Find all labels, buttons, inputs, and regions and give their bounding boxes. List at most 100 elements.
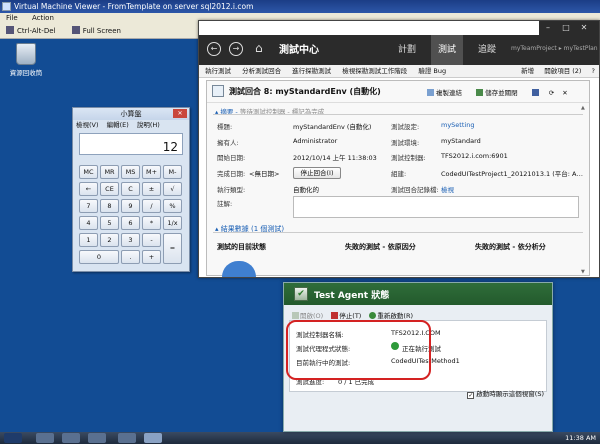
start-button[interactable] [4,433,22,443]
ctrl-alt-del-button[interactable]: Ctrl-Alt-Del [6,24,55,39]
full-screen-button[interactable]: Full Screen [71,24,121,39]
calc-key[interactable]: 1 [79,233,98,247]
taskbar-test-manager-icon[interactable] [144,433,162,443]
home-icon[interactable]: ⌂ [255,41,269,55]
comment-input[interactable] [293,196,579,218]
taskbar-calculator-icon[interactable] [118,433,136,443]
tab-test[interactable]: 測試 [431,35,464,65]
taskbar-clock: 11:38 AM [565,434,596,442]
calc-key[interactable]: MR [100,165,119,179]
test-run-pane: 測試回合 8: myStandardEnv (自動化) 複製連結 儲存並關閉 ⟳… [206,80,590,277]
calc-key[interactable]: 1/x [163,216,182,230]
show-on-startup-checkbox[interactable]: ✓ 啟動時顯示這個視窗(S) [467,388,544,399]
run-type-label: 執行類型: [217,186,246,194]
calc-key[interactable]: M+ [142,165,161,179]
breadcrumb[interactable]: myTeamProject ▸ myTestPlan [511,45,598,52]
help-icon[interactable]: ? [592,67,595,75]
calc-key[interactable]: C [121,182,140,196]
forward-arrow-icon[interactable]: → [229,42,243,56]
checkbox-checked-icon: ✓ [467,392,475,399]
close-icon[interactable]: ✕ [577,22,591,34]
calculator-title: 小算盤 [120,110,142,118]
recycle-bin[interactable]: 資源回收筒 [6,43,46,77]
calc-key[interactable]: 4 [79,216,98,230]
calc-key[interactable]: 5 [100,216,119,230]
calc-key[interactable]: CE [100,182,119,196]
menu-file[interactable]: File [6,14,18,22]
subnav-exploratory-test[interactable]: 進行探勘測試 [292,67,331,75]
test-agent-header: ✔ Test Agent 狀態 [284,283,552,305]
scroll-up-icon[interactable]: ▲ [581,105,587,111]
calc-key[interactable]: 6 [121,216,140,230]
calc-key[interactable]: 8 [100,199,119,213]
test-run-header: 測試回合 8: myStandardEnv (自動化) 複製連結 儲存並關閉 ⟳… [207,81,589,103]
save-icon [476,89,484,96]
start-date-value: 2012/10/14 上午 11:38:03 [293,154,377,162]
subnav-right: 新增 開啟項目 (2) ? [513,65,595,78]
start-button[interactable]: 開啟(O) [292,312,323,320]
restart-button[interactable]: 重新啟動(R) [369,312,413,320]
calc-key[interactable]: - [142,233,161,247]
calc-key[interactable]: ← [79,182,98,196]
subnav-run-tests[interactable]: 執行測試 [205,67,231,75]
stop-run-button[interactable]: 停止回合(I) [293,167,341,179]
calc-key[interactable]: 9 [121,199,140,213]
test-settings-value[interactable]: mySetting [441,121,474,129]
maximize-icon[interactable]: □ [559,22,573,34]
copy-link-button[interactable]: 複製連結 [427,89,468,97]
calc-key[interactable]: % [163,199,182,213]
calc-key[interactable]: √ [163,182,182,196]
calc-menu-edit[interactable]: 編輯(E) [107,121,129,129]
calc-key[interactable]: ± [142,182,161,196]
stop-icon [331,312,339,319]
subnav-analyze-runs[interactable]: 分析測試回合 [242,67,281,75]
minimize-icon[interactable]: – [541,22,555,34]
calc-key[interactable]: / [142,199,161,213]
calculator-menubar: 檢視(V) 編輯(E) 說明(H) [73,120,189,130]
calc-key[interactable]: = [163,233,182,264]
subnav-view-exploratory-sessions[interactable]: 檢視探勘測試工作階段 [342,67,407,75]
test-agent-icon: ✔ [294,287,308,301]
calc-key[interactable]: 3 [121,233,140,247]
back-arrow-icon[interactable]: ← [207,42,221,56]
calc-key[interactable]: M- [163,165,182,179]
save-close-button[interactable]: 儲存並關閉 [476,89,524,97]
status-pie-chart [222,261,256,277]
refresh-icon[interactable]: ⟳ [549,89,554,97]
calc-key[interactable]: * [142,216,161,230]
taskbar-app-icon[interactable] [62,433,80,443]
calc-key[interactable]: + [142,250,161,264]
test-agent-title: Test Agent 狀態 [314,291,390,301]
keyboard-icon [6,26,14,34]
owner-label: 擁有人: [217,139,239,147]
scroll-down-icon[interactable]: ▼ [581,269,587,275]
tab-plan[interactable]: 計劃 [391,35,423,65]
calc-key[interactable]: 0 [79,250,119,264]
calc-menu-help[interactable]: 說明(H) [137,121,160,129]
stop-button[interactable]: 停止(T) [331,312,361,320]
copy-link-label: 複製連結 [436,89,462,97]
view-log-link[interactable]: 檢視 [441,184,454,194]
new-item-button[interactable]: 新增 [521,67,534,75]
open-items-button[interactable]: 開啟項目 (2) [544,67,581,75]
taskbar-folder-icon[interactable] [88,433,106,443]
center-title: 測試中心 [279,45,319,56]
tab-track[interactable]: 追蹤 [471,35,503,65]
calc-key[interactable]: MS [121,165,140,179]
calc-key[interactable]: . [121,250,140,264]
start-date-label: 開始日期: [217,154,246,162]
calc-key[interactable]: MC [79,165,98,179]
calc-key[interactable]: 7 [79,199,98,213]
pane-close-icon[interactable]: ✕ [562,89,567,97]
taskbar-explorer-icon[interactable] [36,433,54,443]
subnav-verify-bugs[interactable]: 驗證 Bug [418,67,446,75]
start-label: 開啟(O) [300,312,324,320]
save-icon-button[interactable] [531,89,541,97]
owner-value[interactable]: Administrator [293,137,337,145]
menu-action[interactable]: Action [32,14,54,22]
calc-key[interactable]: 2 [100,233,119,247]
title-value[interactable]: myStandardEnv (自動化) [293,121,371,131]
run-log-label: 測試回合記錄檔: [391,186,439,194]
calculator-close-icon[interactable]: ✕ [173,109,187,118]
calc-menu-view[interactable]: 檢視(V) [76,121,99,129]
